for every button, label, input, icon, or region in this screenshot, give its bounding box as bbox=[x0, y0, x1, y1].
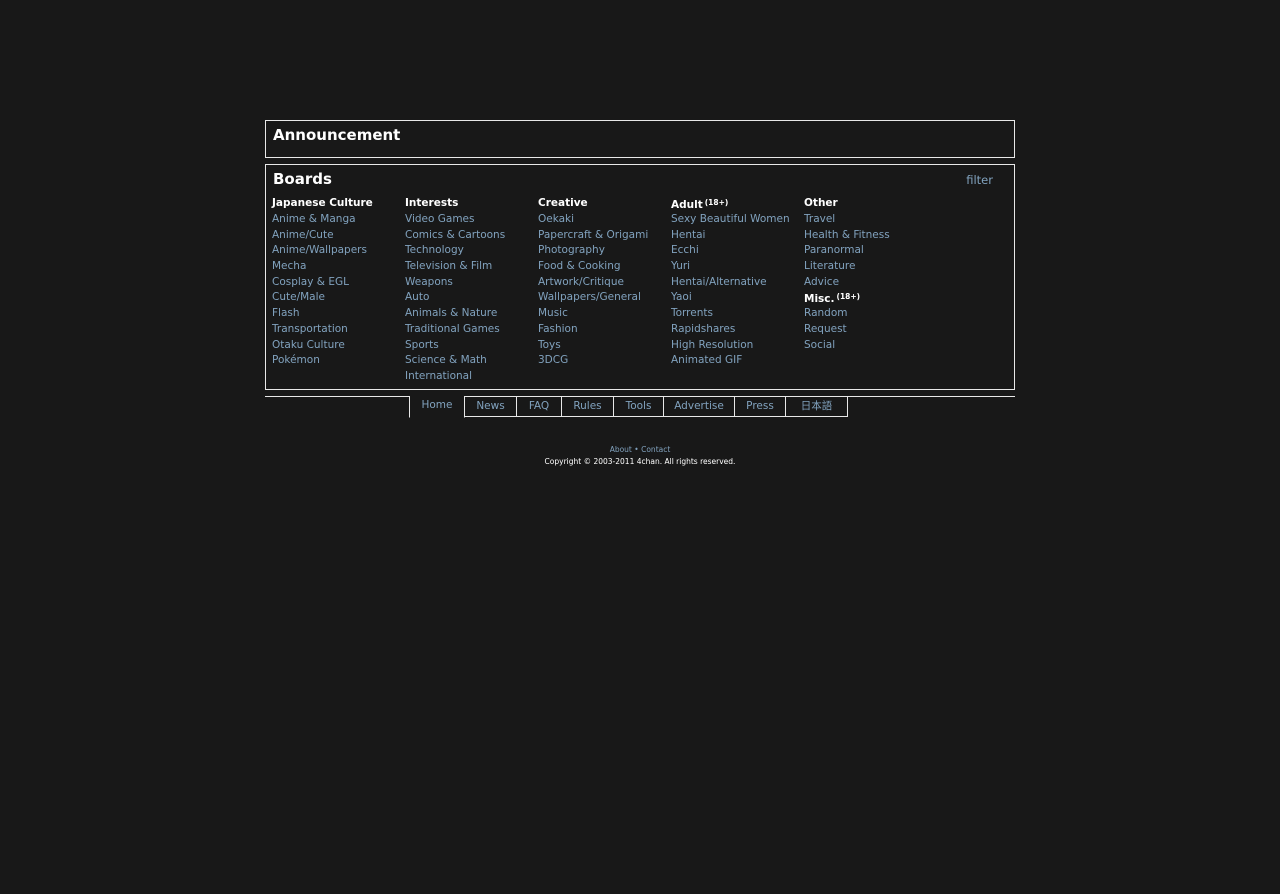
board-link-sexy-beautiful-women[interactable]: Sexy Beautiful Women bbox=[671, 212, 804, 228]
contact-link[interactable]: Contact bbox=[641, 445, 670, 454]
board-link-ecchi[interactable]: Ecchi bbox=[671, 243, 804, 259]
board-link-animals-and-nature[interactable]: Animals & Nature bbox=[405, 306, 538, 322]
board-link-hentai[interactable]: Hentai bbox=[671, 228, 804, 244]
board-link-hentai-alternative[interactable]: Hentai/Alternative bbox=[671, 275, 804, 291]
nav-tabs: Home News FAQ Rules Tools Advertise Press 日本語 bbox=[409, 396, 848, 418]
board-link-traditional-games[interactable]: Traditional Games bbox=[405, 322, 538, 338]
category-title: Creative bbox=[538, 197, 588, 209]
boards-title: Boards bbox=[273, 170, 332, 188]
board-link-yuri[interactable]: Yuri bbox=[671, 259, 804, 275]
tab-faq[interactable]: FAQ bbox=[517, 396, 562, 417]
board-link-pok-mon[interactable]: Pokémon bbox=[272, 353, 405, 369]
category-header: Japanese Culture bbox=[272, 196, 405, 212]
board-link-anime-cute[interactable]: Anime/Cute bbox=[272, 228, 405, 244]
about-link[interactable]: About bbox=[610, 445, 632, 454]
tab-news[interactable]: News bbox=[465, 396, 517, 417]
board-column: Other Travel Health & Fitness Paranormal Lit… bbox=[804, 196, 937, 354]
board-column: Interests Video Games Comics & Cartoons Tec… bbox=[405, 196, 538, 385]
board-link-weapons[interactable]: Weapons bbox=[405, 275, 538, 291]
announcement-box: Announcement bbox=[265, 120, 1015, 158]
board-link-random[interactable]: Random bbox=[804, 306, 937, 322]
board-link-flash[interactable]: Flash bbox=[272, 306, 405, 322]
board-link-anime-and-manga[interactable]: Anime & Manga bbox=[272, 212, 405, 228]
board-link-mecha[interactable]: Mecha bbox=[272, 259, 405, 275]
category-header: Other bbox=[804, 196, 937, 212]
board-link-toys[interactable]: Toys bbox=[538, 338, 671, 354]
adult-badge: (18+) bbox=[704, 198, 729, 207]
board-link-papercraft-and-origami[interactable]: Papercraft & Origami bbox=[538, 228, 671, 244]
board-link-cosplay-and-egl[interactable]: Cosplay & EGL bbox=[272, 275, 405, 291]
board-column: Creative Oekaki Papercraft & Origami Photog… bbox=[538, 196, 671, 369]
board-link-artwork-critique[interactable]: Artwork/Critique bbox=[538, 275, 671, 291]
board-link-high-resolution[interactable]: High Resolution bbox=[671, 338, 804, 354]
board-link-technology[interactable]: Technology bbox=[405, 243, 538, 259]
tab-press[interactable]: Press bbox=[735, 396, 786, 417]
board-link-yaoi[interactable]: Yaoi bbox=[671, 290, 804, 306]
board-link-wallpapers-general[interactable]: Wallpapers/General bbox=[538, 290, 671, 306]
adult-badge: (18+) bbox=[836, 292, 861, 302]
footer-links: About • Contact bbox=[0, 444, 1280, 455]
board-link-sports[interactable]: Sports bbox=[405, 338, 538, 354]
board-link-3dcg[interactable]: 3DCG bbox=[538, 353, 671, 369]
board-link-fashion[interactable]: Fashion bbox=[538, 322, 671, 338]
board-link-literature[interactable]: Literature bbox=[804, 259, 937, 275]
category-header: Adult (18+) bbox=[671, 196, 804, 212]
board-link-video-games[interactable]: Video Games bbox=[405, 212, 538, 228]
board-link-transportation[interactable]: Transportation bbox=[272, 322, 405, 338]
tab-rules[interactable]: Rules bbox=[562, 396, 614, 417]
board-link-request[interactable]: Request bbox=[804, 322, 937, 338]
tab-japanese[interactable]: 日本語 bbox=[786, 396, 848, 417]
board-link-travel[interactable]: Travel bbox=[804, 212, 937, 228]
board-column: Japanese Culture Anime & Manga Anime/Cute A… bbox=[272, 196, 405, 369]
footer: About • Contact Copyright © 2003-2011 4c… bbox=[0, 444, 1280, 468]
board-link-auto[interactable]: Auto bbox=[405, 290, 538, 306]
board-link-cute-male[interactable]: Cute/Male bbox=[272, 290, 405, 306]
board-link-social[interactable]: Social bbox=[804, 338, 937, 354]
filter-link[interactable]: filter bbox=[966, 173, 993, 187]
board-link-torrents[interactable]: Torrents bbox=[671, 306, 804, 322]
boards-box: Boards filter Japanese Culture Anime & Ma… bbox=[265, 164, 1015, 390]
category-title: Other bbox=[804, 197, 838, 209]
category-header: Misc. (18+) bbox=[804, 290, 937, 306]
board-link-otaku-culture[interactable]: Otaku Culture bbox=[272, 338, 405, 354]
category-title: Japanese Culture bbox=[272, 197, 373, 209]
category-title: Misc. bbox=[804, 293, 835, 306]
board-link-photography[interactable]: Photography bbox=[538, 243, 671, 259]
board-link-comics-and-cartoons[interactable]: Comics & Cartoons bbox=[405, 228, 538, 244]
footer-separator: • bbox=[634, 445, 639, 454]
board-link-international[interactable]: International bbox=[405, 369, 538, 385]
tab-advertise[interactable]: Advertise bbox=[664, 396, 735, 417]
announcement-title: Announcement bbox=[273, 126, 401, 144]
copyright-text: Copyright © 2003-2011 4chan. All rights … bbox=[544, 457, 736, 466]
board-link-science-and-math[interactable]: Science & Math bbox=[405, 353, 538, 369]
board-link-paranormal[interactable]: Paranormal bbox=[804, 243, 937, 259]
board-link-television-and-film[interactable]: Television & Film bbox=[405, 259, 538, 275]
board-link-anime-wallpapers[interactable]: Anime/Wallpapers bbox=[272, 243, 405, 259]
category-title: Adult bbox=[671, 199, 703, 211]
category-title: Interests bbox=[405, 197, 459, 209]
board-link-animated-gif[interactable]: Animated GIF bbox=[671, 353, 804, 369]
board-link-oekaki[interactable]: Oekaki bbox=[538, 212, 671, 228]
category-header: Interests bbox=[405, 196, 538, 212]
board-link-music[interactable]: Music bbox=[538, 306, 671, 322]
board-link-health-and-fitness[interactable]: Health & Fitness bbox=[804, 228, 937, 244]
board-link-rapidshares[interactable]: Rapidshares bbox=[671, 322, 804, 338]
main-container: Announcement Boards filter Japanese Cult… bbox=[265, 120, 1015, 418]
board-link-food-and-cooking[interactable]: Food & Cooking bbox=[538, 259, 671, 275]
tab-home[interactable]: Home bbox=[409, 396, 465, 418]
board-link-advice[interactable]: Advice bbox=[804, 275, 937, 291]
tab-tools[interactable]: Tools bbox=[614, 396, 664, 417]
category-header: Creative bbox=[538, 196, 671, 212]
board-column: Adult (18+) Sexy Beautiful Women Hentai Ecch… bbox=[671, 196, 804, 369]
